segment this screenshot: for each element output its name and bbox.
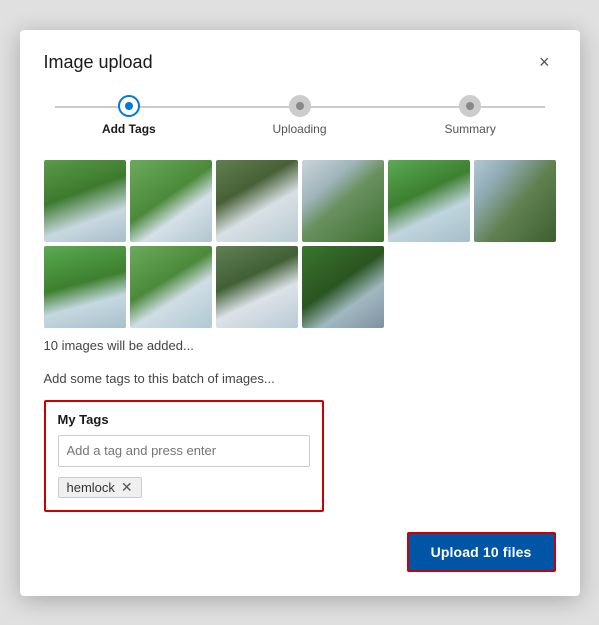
tag-input-wrapper[interactable] — [58, 435, 310, 467]
thumbnail-5 — [388, 160, 470, 242]
thumbnail-3 — [216, 160, 298, 242]
tag-chips: hemlock ✕ — [58, 477, 310, 498]
images-count-text: 10 images will be added... — [44, 338, 556, 353]
tags-prompt: Add some tags to this batch of images... — [44, 371, 556, 386]
step-circle-summary — [459, 95, 481, 117]
thumbnail-2 — [130, 160, 212, 242]
image-grid — [44, 160, 556, 328]
tag-chip-hemlock: hemlock ✕ — [58, 477, 142, 498]
thumbnail-6 — [474, 160, 556, 242]
step-label-uploading: Uploading — [272, 122, 326, 136]
list-item — [44, 246, 126, 328]
list-item — [130, 160, 212, 242]
step-circle-add-tags — [118, 95, 140, 117]
tag-chip-label: hemlock — [67, 480, 115, 495]
step-label-add-tags: Add Tags — [102, 122, 156, 136]
stepper-step-summary: Summary — [385, 95, 556, 136]
upload-button[interactable]: Upload 10 files — [407, 532, 556, 572]
list-item — [474, 160, 556, 242]
thumbnail-1 — [44, 160, 126, 242]
step-circle-uploading — [289, 95, 311, 117]
stepper: Add Tags Uploading Summary — [44, 95, 556, 136]
thumbnail-7 — [44, 246, 126, 328]
list-item — [216, 160, 298, 242]
thumbnail-10 — [302, 246, 384, 328]
close-button[interactable]: × — [533, 50, 556, 75]
tag-chip-remove-button[interactable]: ✕ — [121, 480, 133, 494]
stepper-step-uploading: Uploading — [214, 95, 385, 136]
list-item — [302, 246, 384, 328]
image-upload-dialog: Image upload × Add Tags Uploading Summar… — [20, 30, 580, 596]
list-item — [130, 246, 212, 328]
list-item — [302, 160, 384, 242]
list-item — [388, 160, 470, 242]
tags-section: My Tags hemlock ✕ — [44, 400, 324, 512]
dialog-footer: Upload 10 files — [44, 532, 556, 572]
thumbnail-8 — [130, 246, 212, 328]
stepper-step-add-tags: Add Tags — [44, 95, 215, 136]
list-item — [216, 246, 298, 328]
step-label-summary: Summary — [445, 122, 496, 136]
tags-section-title: My Tags — [58, 412, 310, 427]
thumbnail-4 — [302, 160, 384, 242]
tag-input[interactable] — [67, 443, 301, 458]
dialog-title: Image upload — [44, 52, 153, 73]
thumbnail-9 — [216, 246, 298, 328]
list-item — [44, 160, 126, 242]
dialog-header: Image upload × — [44, 50, 556, 75]
